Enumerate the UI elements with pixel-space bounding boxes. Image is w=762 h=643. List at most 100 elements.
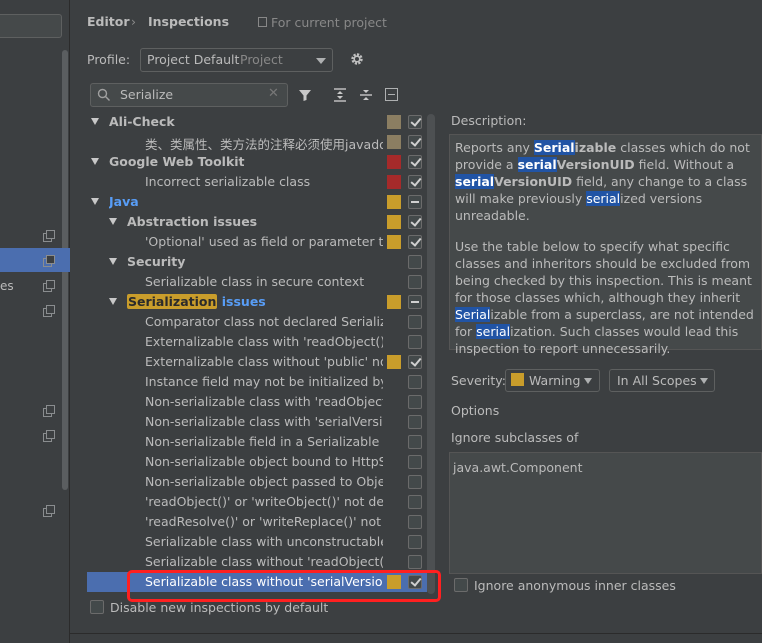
tree-row-label: 'readObject()' or 'writeObject()' not de…: [145, 494, 383, 509]
tree-row[interactable]: Google Web Toolkit: [87, 152, 427, 172]
tree-row[interactable]: Serializable class without 'readObject()…: [87, 552, 427, 572]
inspection-enabled-checkbox[interactable]: [408, 415, 422, 429]
scope-note: For current project: [271, 15, 387, 30]
inspection-enabled-checkbox[interactable]: [408, 395, 422, 409]
tree-row-label: Non-serializable object bound to HttpSes: [145, 454, 383, 469]
inspection-enabled-checkbox[interactable]: [408, 355, 422, 369]
scope-value: In All Scopes: [617, 373, 697, 388]
tree-row[interactable]: Non-serializable field in a Serializable…: [87, 432, 427, 452]
expand-all-icon[interactable]: [333, 88, 347, 102]
profile-name: Project Default: [147, 52, 240, 67]
tree-row[interactable]: Abstraction issues: [87, 212, 427, 232]
tree-scrollbar[interactable]: [427, 114, 435, 594]
inspection-enabled-checkbox[interactable]: [408, 155, 422, 169]
inspection-enabled-checkbox[interactable]: [408, 455, 422, 469]
inspection-enabled-checkbox[interactable]: [408, 275, 422, 289]
inspection-enabled-checkbox[interactable]: [408, 535, 422, 549]
tree-row[interactable]: Instance field may not be initialized by…: [87, 372, 427, 392]
tree-row-label: Non-serializable field in a Serializable…: [145, 434, 383, 449]
ignore-subclasses-label: Ignore subclasses of: [451, 430, 579, 445]
settings-nav-item-label[interactable]: es: [0, 279, 14, 293]
chevron-down-icon[interactable]: [584, 378, 592, 384]
inspection-enabled-checkbox[interactable]: [408, 435, 422, 449]
description-paragraph-2: Use the table below to specify what spec…: [455, 239, 754, 356]
tree-row[interactable]: Externalizable class without 'public' no…: [87, 352, 427, 372]
tree-row-label: Java: [109, 194, 139, 209]
inspection-enabled-checkbox[interactable]: [408, 195, 422, 209]
description-panel: Reports any Serializable classes which d…: [449, 134, 762, 356]
gear-icon[interactable]: [350, 52, 364, 66]
options-label: Options: [451, 403, 500, 418]
inspection-enabled-checkbox[interactable]: [408, 515, 422, 529]
reset-icon[interactable]: [385, 88, 398, 101]
chevron-down-icon[interactable]: [109, 298, 117, 305]
ignore-anonymous-checkbox[interactable]: [454, 578, 468, 592]
chevron-down-icon[interactable]: [109, 258, 117, 265]
project-scope-icon: [258, 17, 267, 27]
inspection-enabled-checkbox[interactable]: [408, 255, 422, 269]
collapse-all-icon[interactable]: [359, 88, 373, 102]
severity-color-swatch: [387, 155, 401, 169]
tree-row[interactable]: Externalizable class with 'readObject()'…: [87, 332, 427, 352]
inspection-enabled-checkbox[interactable]: [408, 175, 422, 189]
inspection-enabled-checkbox[interactable]: [408, 135, 422, 149]
disable-new-checkbox[interactable]: [90, 600, 104, 614]
tree-row-label: Externalizable class with 'readObject()'…: [145, 334, 383, 349]
inspection-enabled-checkbox[interactable]: [408, 495, 422, 509]
ignore-subclasses-entry[interactable]: java.awt.Component: [453, 460, 583, 475]
tree-row[interactable]: Incorrect serializable class: [87, 172, 427, 192]
tree-row-label: Instance field may not be initialized by…: [145, 374, 383, 389]
tree-row[interactable]: Ali-Check: [87, 112, 427, 132]
tree-row[interactable]: Non-serializable class with 'serialVersi…: [87, 412, 427, 432]
tree-row[interactable]: Java: [87, 192, 427, 212]
tree-row[interactable]: Serialization issues: [87, 292, 427, 312]
search-match-highlight: serial: [455, 174, 495, 189]
inspection-enabled-checkbox[interactable]: [408, 295, 422, 309]
tree-row-label: Non-serializable class with 'serialVersi…: [145, 414, 383, 429]
tree-row[interactable]: 'readResolve()' or 'writeReplace()' not …: [87, 512, 427, 532]
project-scope-icon: [43, 255, 55, 267]
tree-row-label: Ali-Check: [109, 114, 175, 129]
tree-row-label: Serialization issues: [127, 294, 383, 309]
tree-row-label: 'Optional' used as field or parameter ty…: [145, 234, 383, 249]
tree-row[interactable]: Security: [87, 252, 427, 272]
chevron-down-icon[interactable]: [91, 198, 99, 205]
settings-nav-selected-item[interactable]: [0, 248, 70, 272]
inspection-enabled-checkbox[interactable]: [408, 235, 422, 249]
clear-search-icon[interactable]: ✕: [268, 86, 279, 101]
tree-row[interactable]: Comparator class not declared Serializab…: [87, 312, 427, 332]
inspection-enabled-checkbox[interactable]: [408, 335, 422, 349]
filter-icon[interactable]: [298, 88, 312, 102]
inspection-enabled-checkbox[interactable]: [408, 315, 422, 329]
description-label: Description:: [451, 113, 527, 128]
project-scope-icon: [43, 305, 55, 317]
description-term: izable: [574, 140, 617, 155]
inspection-enabled-checkbox[interactable]: [408, 375, 422, 389]
tree-row-label: Incorrect serializable class: [145, 174, 311, 189]
settings-search-input[interactable]: [0, 14, 62, 38]
tree-row[interactable]: 类、类属性、类方法的注释必须使用javadoc规范: [87, 132, 427, 152]
chevron-down-icon[interactable]: [316, 58, 326, 64]
tree-row[interactable]: Serializable class in secure context: [87, 272, 427, 292]
inspection-enabled-checkbox[interactable]: [408, 115, 422, 129]
inspection-tree: Ali-Check 类、类属性、类方法的注释必须使用javadoc规范 Google…: [87, 112, 437, 598]
tree-row[interactable]: Serializable class with unconstructable …: [87, 532, 427, 552]
inspection-enabled-checkbox[interactable]: [408, 215, 422, 229]
inspection-enabled-checkbox[interactable]: [408, 475, 422, 489]
chevron-down-icon[interactable]: [91, 118, 99, 125]
chevron-down-icon[interactable]: [700, 378, 708, 384]
severity-value: Warning: [529, 373, 581, 388]
inspection-enabled-checkbox[interactable]: [408, 555, 422, 569]
breadcrumb-editor[interactable]: Editor: [87, 14, 130, 29]
tree-row[interactable]: 'readObject()' or 'writeObject()' not de…: [87, 492, 427, 512]
chevron-down-icon[interactable]: [109, 218, 117, 225]
tree-row-label: 类、类属性、类方法的注释必须使用javadoc规范: [145, 137, 383, 152]
tree-row[interactable]: Non-serializable object passed to Object: [87, 472, 427, 492]
tree-row[interactable]: Non-serializable object bound to HttpSes: [87, 452, 427, 472]
severity-color-swatch: [387, 175, 401, 189]
tree-row-label: Comparator class not declared Serializab…: [145, 314, 383, 329]
tree-row[interactable]: Non-serializable class with 'readObject(…: [87, 392, 427, 412]
tree-row-label: 'readResolve()' or 'writeReplace()' not …: [145, 514, 383, 529]
tree-row[interactable]: 'Optional' used as field or parameter ty…: [87, 232, 427, 252]
chevron-down-icon[interactable]: [91, 158, 99, 165]
